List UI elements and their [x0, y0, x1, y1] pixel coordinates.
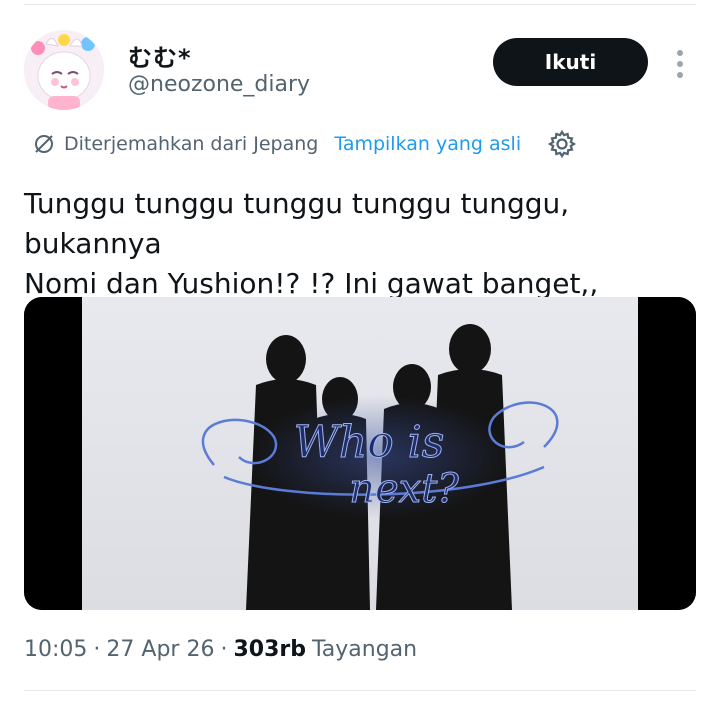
tweet-media-image[interactable]: Who is next?	[24, 297, 696, 610]
translation-label: Diterjemahkan dari Jepang	[64, 133, 319, 155]
overlay-title-line1: Who is	[294, 417, 445, 468]
translation-bar: Diterjemahkan dari Jepang Tampilkan yang…	[32, 128, 577, 160]
more-options-icon[interactable]	[668, 44, 692, 84]
meta-separator: ·	[93, 637, 101, 662]
tweet-time[interactable]: 10:05	[24, 637, 87, 662]
gear-icon[interactable]	[547, 129, 577, 159]
views-count[interactable]: 303rb	[233, 637, 306, 662]
avatar[interactable]	[24, 30, 104, 110]
anime-bunny-avatar-icon	[24, 30, 104, 110]
meta-separator: ·	[220, 637, 228, 662]
overlay-title-line2: next?	[349, 466, 459, 512]
follow-button[interactable]: Ikuti	[493, 38, 648, 86]
media-illustration: Who is next?	[24, 297, 696, 610]
tweet-meta: 10:05 · 27 Apr 26 · 303rb Tayangan	[24, 637, 417, 662]
tweet-text: Tunggu tunggu tunggu tunggu tunggu, buka…	[24, 187, 599, 300]
more-dot	[677, 72, 683, 78]
translate-icon	[35, 135, 53, 153]
top-divider	[24, 4, 696, 5]
show-original-link[interactable]: Tampilkan yang asli	[334, 133, 521, 155]
views-label[interactable]: Tayangan	[312, 637, 417, 662]
bottom-divider	[24, 690, 696, 691]
tweet-date[interactable]: 27 Apr 26	[106, 637, 214, 662]
author-handle[interactable]: @neozone_diary	[128, 72, 310, 97]
more-dot	[677, 61, 683, 67]
author-display-name[interactable]: むむ*	[128, 38, 192, 73]
more-dot	[677, 50, 683, 56]
